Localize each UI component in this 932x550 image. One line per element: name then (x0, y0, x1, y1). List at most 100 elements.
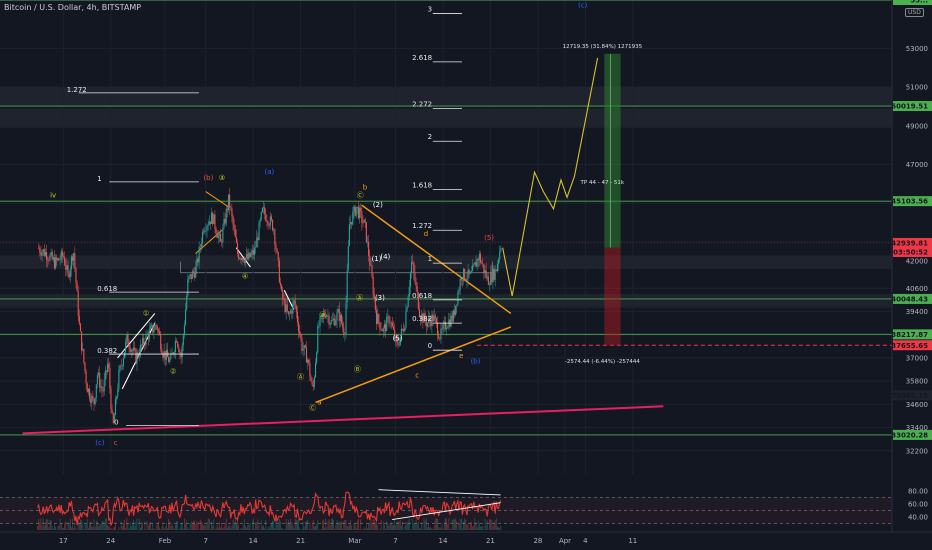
candle-body-48 (92, 395, 94, 400)
candle-body-313 (391, 322, 393, 327)
candle-body-13 (52, 257, 54, 260)
zone-0 (0, 87, 892, 107)
wave-label-8: Ⓑ (319, 311, 326, 319)
price-tick-12: 49000 (906, 122, 928, 130)
candle-body-207 (272, 219, 274, 231)
candle-body-194 (257, 237, 259, 241)
candle-body-193 (256, 237, 258, 248)
candle-body-354 (438, 335, 440, 339)
candle-body-181 (242, 258, 244, 262)
candle-body-56 (101, 386, 103, 391)
candle-body-85 (134, 347, 136, 350)
candle-body-276 (349, 222, 352, 225)
candle-body-150 (207, 224, 209, 227)
candle-body-212 (277, 252, 279, 261)
wave-label-25: (4) (380, 253, 390, 261)
candle-body-175 (235, 237, 237, 243)
candle-body-228 (295, 305, 297, 312)
wave-label-16: d (424, 230, 428, 238)
candle-body-227 (294, 300, 296, 306)
candle-body-152 (209, 221, 211, 224)
candle-body-301 (378, 314, 380, 323)
fib-right-label-5: 1.272 (412, 222, 432, 230)
wave-label-19: (c) (578, 2, 588, 10)
candle-body-231 (299, 331, 301, 335)
candle-body-226 (293, 300, 295, 304)
candle-body-89 (138, 355, 140, 357)
candle-body-108 (160, 334, 162, 349)
candle-body-334 (415, 281, 417, 287)
grid (0, 0, 892, 474)
wave-label-7: Ⓐ (297, 373, 304, 381)
candle-body-233 (301, 337, 303, 351)
candle-body-186 (248, 252, 250, 260)
candle-body-357 (441, 328, 443, 330)
time-axis-bg (0, 532, 932, 550)
candle-body-203 (267, 221, 269, 226)
candle-body-305 (382, 328, 384, 332)
candle-body-49 (93, 399, 95, 405)
fib-right-label-3: 2 (428, 133, 432, 141)
candle-body-155 (213, 214, 215, 224)
candle-body-153 (211, 212, 213, 224)
candle-body-51 (95, 384, 97, 398)
candle-body-368 (453, 310, 456, 315)
candle-body-307 (385, 324, 387, 332)
candle-body-198 (261, 207, 263, 212)
candle-body-332 (413, 262, 415, 273)
candle-body-5 (43, 249, 45, 256)
zone-1 (0, 108, 892, 128)
candle-body-277 (351, 222, 353, 225)
candle-body-57 (102, 390, 104, 392)
price-marker-1: 37655.65 (891, 342, 928, 350)
time-tick-6: Mar (348, 537, 361, 545)
candle-body-223 (290, 310, 292, 314)
candle-body-394 (483, 264, 485, 273)
candle-body-75 (122, 358, 124, 366)
candle-body-127 (181, 345, 183, 358)
candle-body-374 (460, 278, 462, 280)
candle-body-319 (398, 344, 400, 346)
fib-right-label-4: 1.618 (412, 182, 432, 190)
candle-body-88 (137, 352, 139, 357)
candle-body-329 (409, 272, 411, 287)
candle-body-210 (275, 244, 277, 250)
candle-body-393 (482, 263, 484, 265)
candle-body-312 (390, 322, 392, 324)
candle-body-18 (58, 258, 60, 261)
candle-body-259 (330, 320, 332, 324)
candle-body-195 (258, 222, 260, 241)
price-chart[interactable]: 12719.35 (31.84%) 1271935 TP 44 - 47 - 51… (0, 0, 932, 550)
rsi-tick-2: 40.00 (908, 514, 928, 522)
level-tag-2: 45103.56 (891, 198, 928, 206)
candle-body-62 (108, 363, 110, 369)
fib-right-label-1: 2.618 (412, 54, 432, 62)
candle-body-68 (114, 399, 117, 416)
price-tick-4: 37000 (906, 354, 928, 362)
fib-left-label-3: 0.382 (97, 347, 117, 355)
candle-body-91 (140, 344, 143, 346)
candle-body-281 (355, 206, 357, 216)
fib-right-label-8: 0.382 (412, 315, 432, 323)
candle-body-169 (229, 194, 231, 208)
candle-body-65 (111, 409, 113, 414)
candle-body-241 (310, 376, 312, 382)
candle-body-134 (189, 274, 191, 277)
candle-body-236 (304, 345, 306, 348)
candle-body-59 (104, 370, 106, 380)
candle-body-183 (244, 257, 247, 263)
candle-body-395 (484, 270, 486, 273)
currency-badge[interactable]: USD (905, 8, 924, 17)
candle-body-117 (170, 353, 172, 360)
level-tag-4: 38217.87 (891, 331, 928, 339)
price-tick-2: 34600 (906, 401, 928, 409)
candle-body-225 (292, 303, 294, 314)
candle-body-116 (169, 359, 171, 363)
price-marker-0: 42939.81 (891, 240, 928, 248)
candle-body-287 (362, 222, 364, 224)
candle-body-286 (361, 211, 363, 223)
candle-body-318 (397, 342, 399, 345)
candle-body-403 (493, 268, 495, 280)
candle-body-43 (86, 383, 88, 393)
candle-body-138 (194, 272, 196, 278)
